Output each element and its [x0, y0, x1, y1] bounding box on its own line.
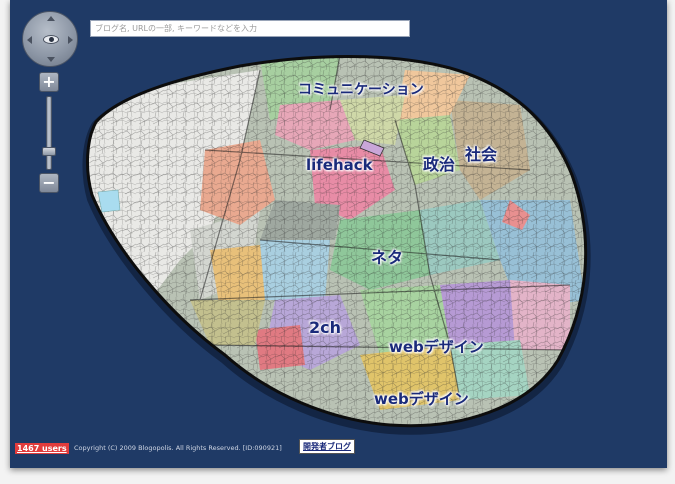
map-label-webdesign[interactable]: webデザイン [374, 388, 469, 409]
pan-right-icon[interactable] [68, 36, 73, 44]
blog-map[interactable] [10, 0, 667, 468]
map-label-lifehack[interactable]: lifehack [306, 156, 373, 174]
search-input[interactable] [90, 20, 410, 37]
zoom-slider-track[interactable] [46, 96, 52, 170]
copyright-text: Copyright (C) 2009 Blogopolis. All Right… [74, 444, 282, 452]
zoom-out-button[interactable]: − [39, 173, 59, 193]
pan-control[interactable] [22, 11, 78, 67]
pan-left-icon[interactable] [27, 36, 32, 44]
eye-icon[interactable] [43, 35, 59, 44]
map-label-politics[interactable]: 政治 [423, 151, 455, 175]
zoom-in-button[interactable]: + [39, 72, 59, 92]
users-count-link[interactable]: 1467 users [15, 443, 69, 454]
map-label-webdesign[interactable]: webデザイン [389, 336, 484, 357]
map-viewport[interactable]: + − コミュニケーション lifehack 政治 社会 ネタ 2ch webデ… [10, 0, 667, 468]
pan-up-icon[interactable] [47, 16, 55, 21]
zoom-slider-handle[interactable] [42, 147, 56, 156]
map-label-2ch[interactable]: 2ch [309, 318, 341, 337]
map-label-society[interactable]: 社会 [465, 141, 497, 165]
map-label-neta[interactable]: ネタ [371, 244, 403, 268]
developer-blog-link[interactable]: 開発者ブログ [299, 439, 355, 454]
pan-down-icon[interactable] [47, 57, 55, 62]
map-label-communication[interactable]: コミュニケーション [298, 79, 424, 99]
